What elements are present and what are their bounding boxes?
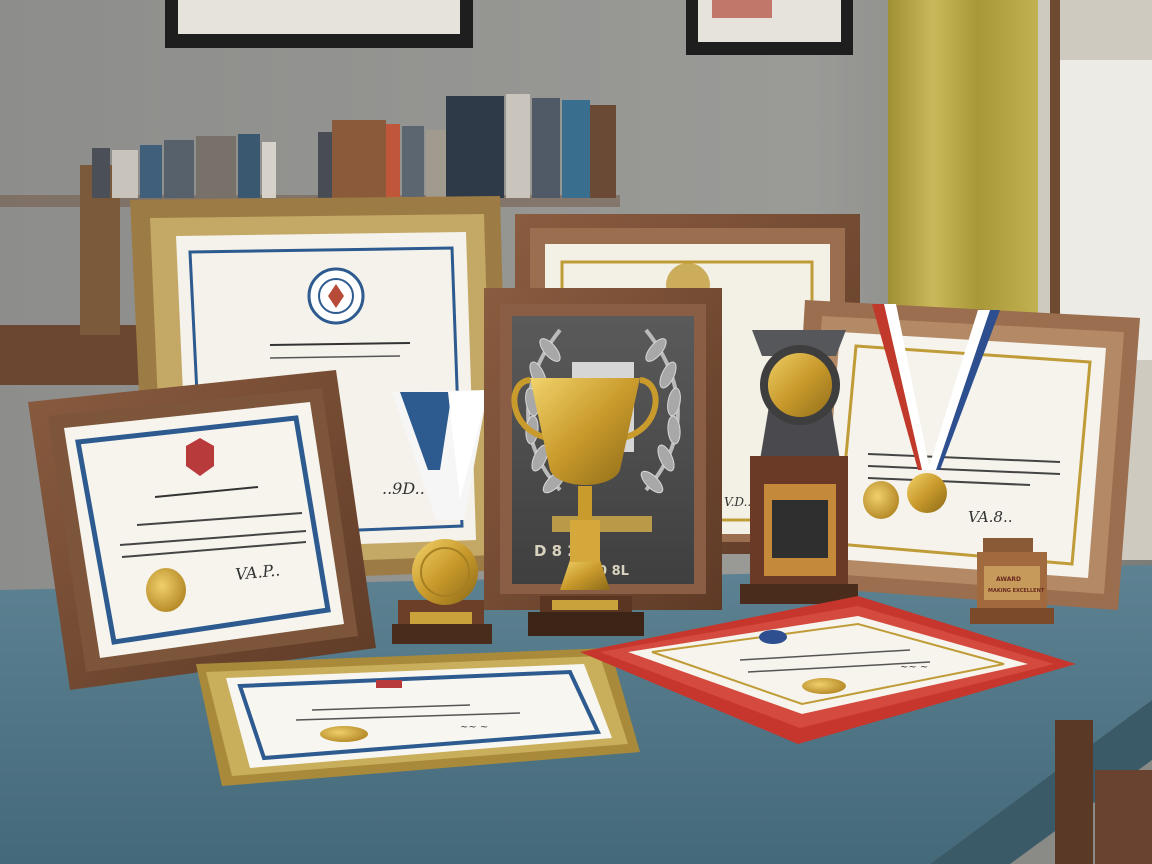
signature: V.D.. bbox=[724, 495, 751, 509]
signature: ..9D.. bbox=[382, 479, 425, 498]
wall-picture-left bbox=[165, 0, 473, 48]
medal-icon bbox=[760, 345, 840, 425]
small-trophy-plate-line2: MAKING EXCELLENT bbox=[988, 588, 1045, 594]
medal-icon bbox=[907, 473, 947, 513]
wall-picture-right bbox=[686, 0, 853, 55]
curtain bbox=[888, 0, 1038, 330]
certificate-front-left: VA.P.. bbox=[28, 370, 376, 690]
awards-display-scene: VA.P.. D 8 280 0 8L VA.8.. AWARD MAKING … bbox=[0, 0, 1152, 864]
signature: ~~ ~ bbox=[460, 722, 488, 733]
gold-seal bbox=[146, 568, 186, 612]
table-leg bbox=[1055, 720, 1093, 864]
small-trophy-plate-line1: AWARD bbox=[996, 576, 1021, 583]
signature: VA.8.. bbox=[968, 508, 1013, 526]
signature: ~~ ~ bbox=[900, 662, 928, 673]
